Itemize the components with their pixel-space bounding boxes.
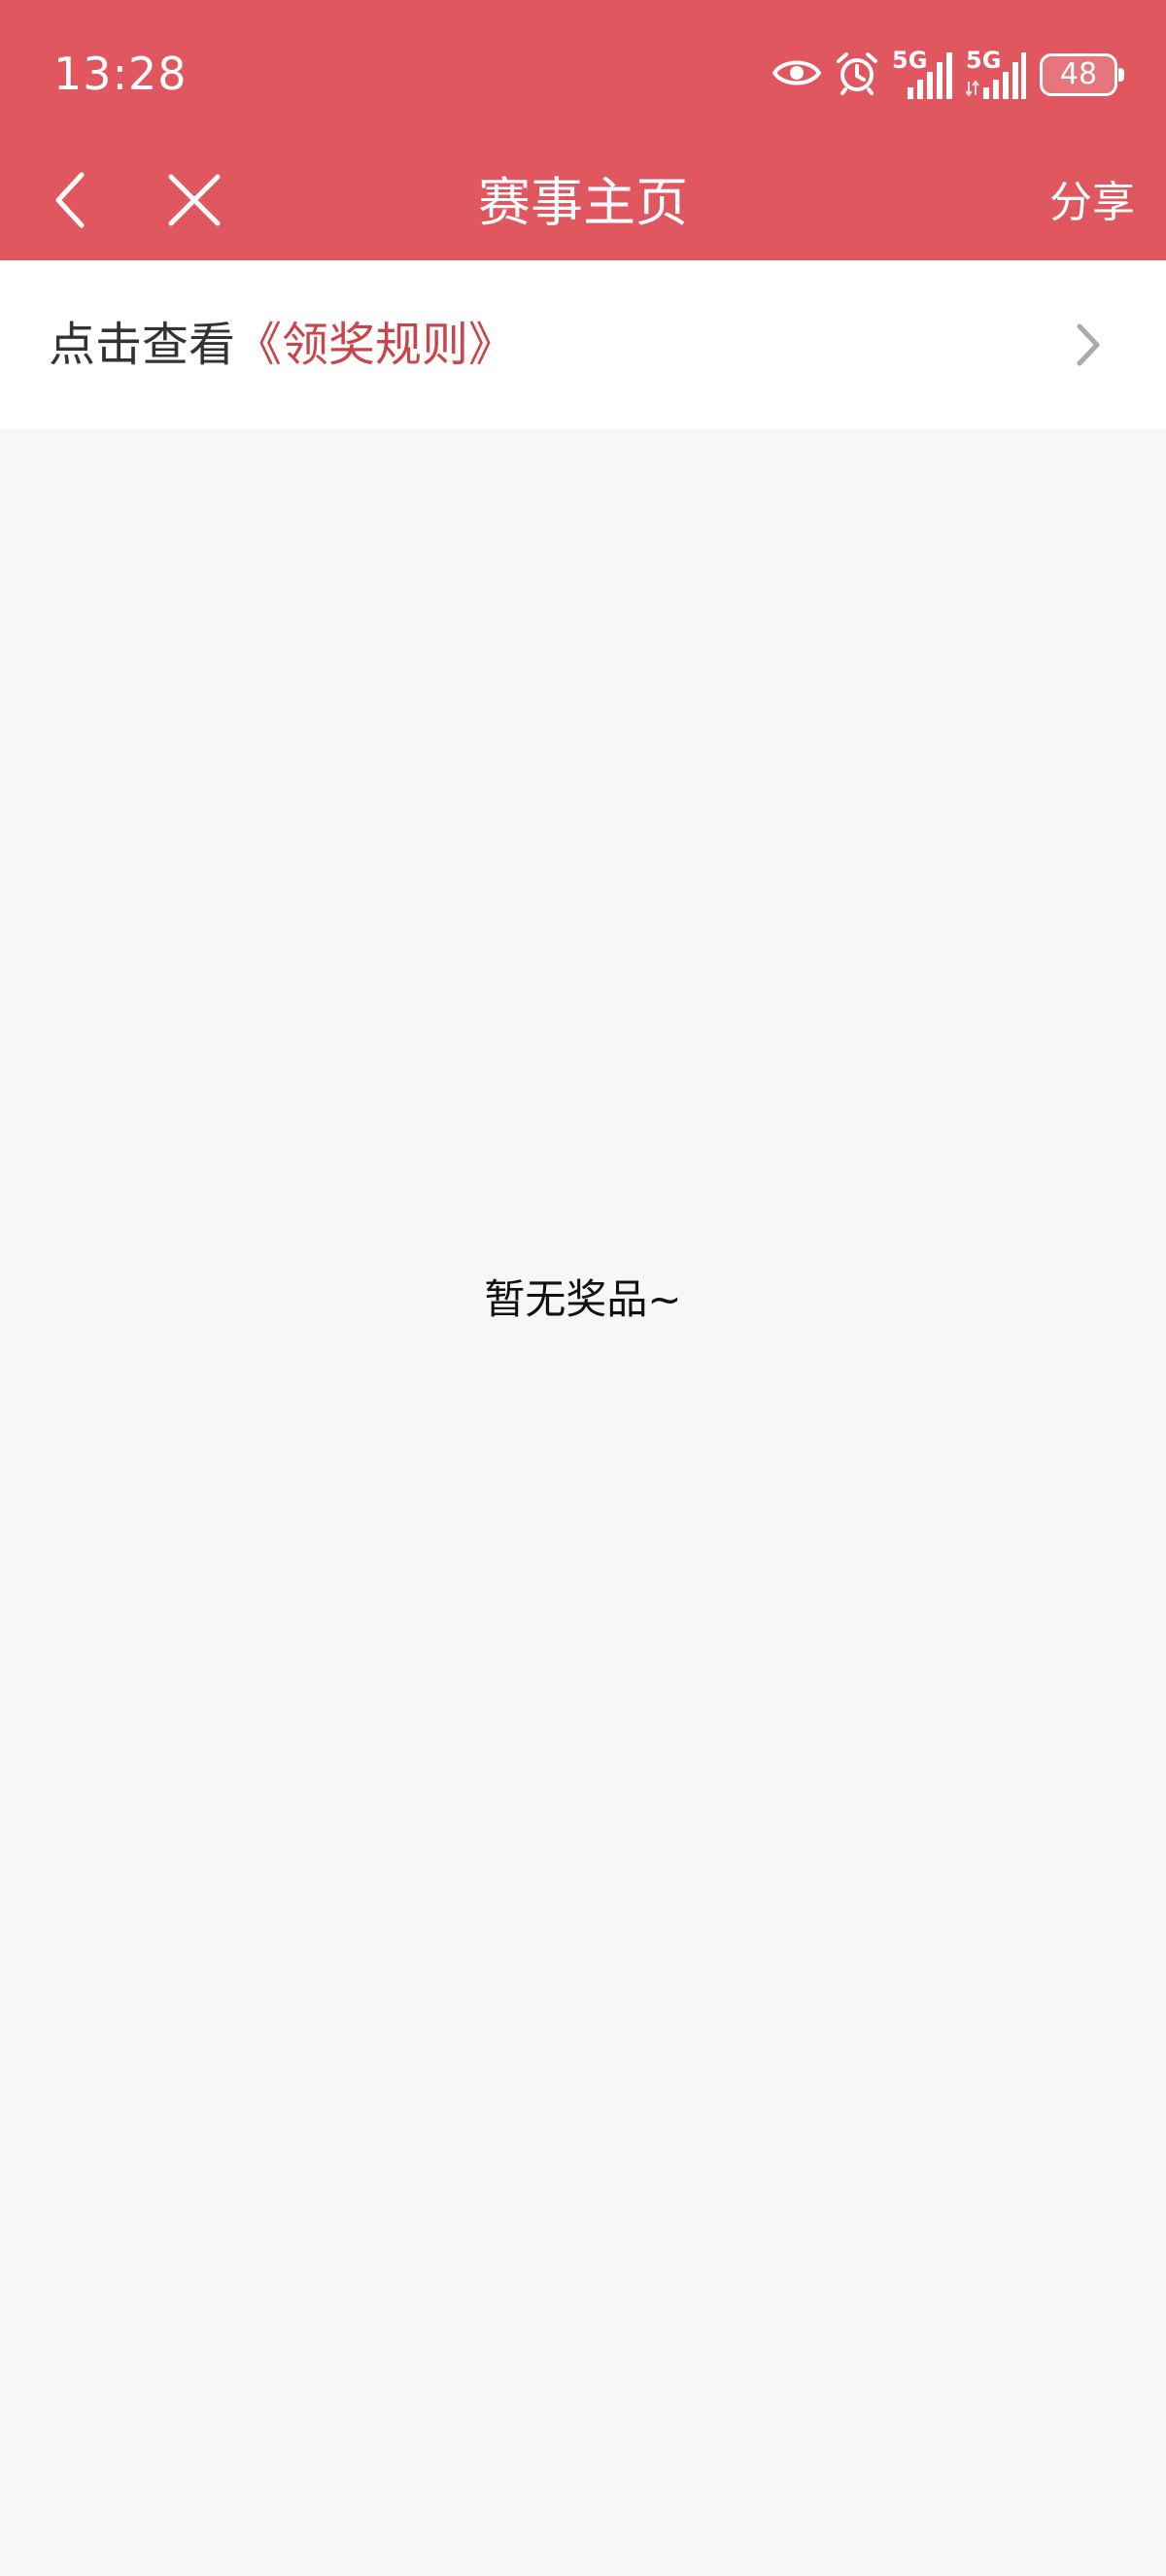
rules-prefix-label: 点击查看: [49, 318, 236, 372]
award-rules-link[interactable]: 点击查看《领奖规则》: [0, 260, 1166, 429]
close-button[interactable]: [155, 163, 233, 241]
close-icon: [167, 173, 222, 231]
chevron-right-icon: [1059, 316, 1117, 374]
award-rules-link-text[interactable]: 《领奖规则》: [235, 318, 515, 372]
signal-icon: 5G: [892, 49, 952, 101]
nav-bar: 赛事主页 分享: [0, 146, 1166, 260]
empty-state-message: 暂无奖品~: [484, 1275, 682, 1323]
status-bar: 13:28 5G 5G 48: [0, 0, 1166, 146]
battery-icon: 48: [1040, 53, 1124, 96]
status-icons: 5G 5G 48: [772, 49, 1124, 101]
status-time: 13:28: [53, 48, 188, 100]
chevron-left-icon: [51, 171, 89, 233]
signal-icon: 5G: [966, 49, 1026, 101]
award-rules-text: 点击查看《领奖规则》: [49, 260, 515, 429]
share-button[interactable]: 分享: [1049, 146, 1135, 260]
battery-level: 48: [1059, 57, 1098, 91]
page-title: 赛事主页: [478, 172, 688, 233]
header: 13:28 5G 5G 48 赛事主页 分享: [0, 0, 1166, 260]
alarm-icon: [836, 51, 878, 99]
back-button[interactable]: [39, 163, 101, 241]
eye-icon: [772, 56, 822, 93]
